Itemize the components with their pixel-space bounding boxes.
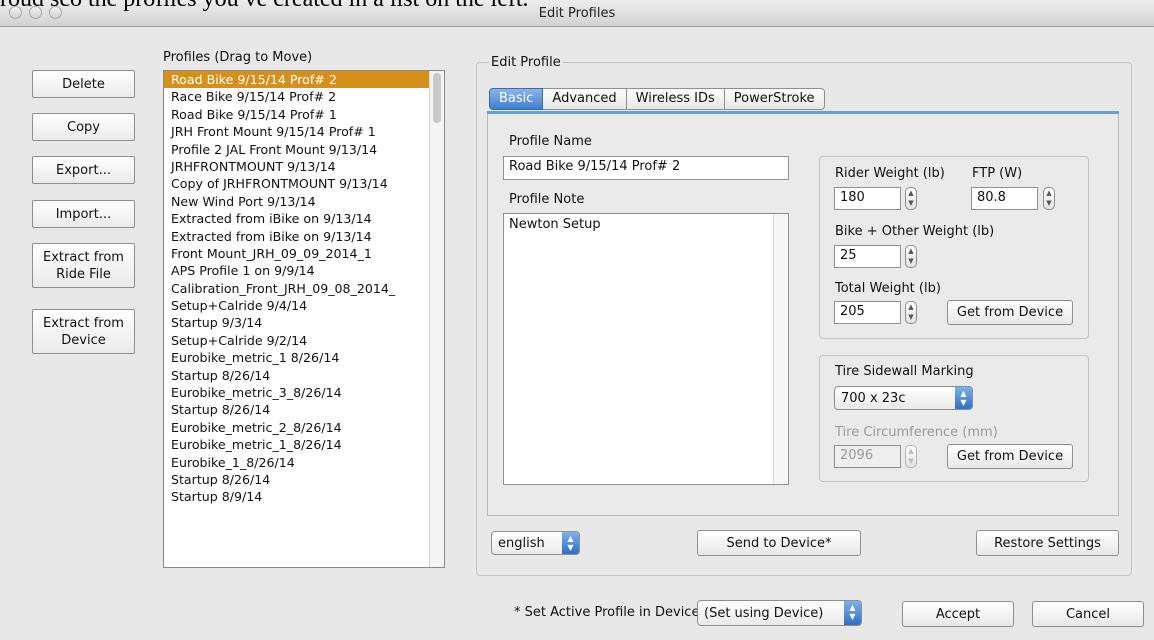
- delete-button[interactable]: Delete: [32, 70, 135, 98]
- profile-list-item[interactable]: Extracted from iBike on 9/13/14: [164, 210, 444, 227]
- get-weight-from-device-button[interactable]: Get from Device: [947, 300, 1073, 325]
- tire-circumference-field[interactable]: 2096: [834, 445, 901, 468]
- total-weight-label: Total Weight (lb): [835, 281, 941, 296]
- profile-name-label: Profile Name: [509, 134, 592, 149]
- profiles-list[interactable]: Road Bike 9/15/14 Prof# 2 Race Bike 9/15/…: [163, 70, 445, 568]
- active-profile-label: * Set Active Profile in Device: [514, 605, 700, 620]
- total-weight-field[interactable]: 205: [834, 301, 901, 324]
- select-arrow-icon: ▲ ▼: [844, 601, 861, 625]
- edit-profile-title: Edit Profile: [489, 55, 563, 70]
- select-arrow-icon: ▲ ▼: [562, 532, 579, 554]
- profile-list-item[interactable]: New Wind Port 9/13/14: [164, 193, 444, 210]
- bike-weight-stepper[interactable]: ▲ ▼: [905, 245, 917, 268]
- profiles-scrollbar[interactable]: [429, 71, 444, 567]
- profile-list-item[interactable]: Profile 2 JAL Front Mount 9/13/14: [164, 141, 444, 158]
- profile-list-item[interactable]: Copy of JRHFRONTMOUNT 9/13/14: [164, 175, 444, 192]
- bike-weight-label: Bike + Other Weight (lb): [835, 224, 995, 239]
- profile-list-item[interactable]: Calibration_Front_JRH_09_08_2014_: [164, 280, 444, 297]
- profile-list-item[interactable]: Eurobike_metric_2_8/26/14: [164, 419, 444, 436]
- bike-weight-field[interactable]: 25: [834, 245, 901, 268]
- tire-sidewall-value: 700 x 23c: [841, 390, 906, 406]
- export-button[interactable]: Export...: [32, 156, 135, 184]
- extract-ride-label-line1: Extract from: [43, 249, 124, 265]
- profile-list-item[interactable]: Setup+Calride 9/2/14: [164, 332, 444, 349]
- extract-device-label-line2: Device: [61, 332, 106, 348]
- profile-list-item[interactable]: Startup 8/9/14: [164, 488, 444, 505]
- tire-circumference-label: Tire Circumference (mm): [835, 425, 998, 440]
- accept-button[interactable]: Accept: [902, 601, 1014, 627]
- profile-list-item[interactable]: Setup+Calride 9/4/14: [164, 297, 444, 314]
- profile-list-item[interactable]: Road Bike 9/15/14 Prof# 2: [164, 71, 444, 89]
- tab-advanced[interactable]: Advanced: [543, 88, 627, 110]
- edit-profiles-window: Edit Profiles Delete Copy Export... Impo…: [0, 0, 1154, 640]
- language-value: english: [498, 535, 545, 551]
- profile-list-item[interactable]: Road Bike 9/15/14 Prof# 1: [164, 106, 444, 123]
- tab-panel-accent: [487, 111, 1119, 114]
- profile-note-text: Newton Setup: [509, 217, 601, 232]
- select-arrow-icon: ▲ ▼: [955, 387, 972, 409]
- active-profile-select[interactable]: (Set using Device) ▲ ▼: [697, 600, 862, 626]
- profile-list-item[interactable]: Eurobike_metric_1 8/26/14: [164, 349, 444, 366]
- get-circumference-from-device-button[interactable]: Get from Device: [947, 444, 1073, 469]
- document-text-fragment: roud sco the profiles you ve created in …: [0, 0, 529, 13]
- tab-basic[interactable]: Basic: [489, 88, 544, 110]
- profile-list-item[interactable]: Startup 8/26/14: [164, 367, 444, 384]
- language-select[interactable]: english ▲ ▼: [491, 531, 580, 555]
- profile-list-item[interactable]: JRHFRONTMOUNT 9/13/14: [164, 158, 444, 175]
- copy-button[interactable]: Copy: [32, 113, 135, 141]
- profile-note-scrollbar[interactable]: [773, 214, 788, 484]
- ftp-field[interactable]: 80.8: [971, 187, 1038, 210]
- extract-from-ride-file-button[interactable]: Extract from Ride File: [32, 243, 135, 288]
- profile-note-field[interactable]: Newton Setup: [503, 213, 789, 485]
- cancel-button[interactable]: Cancel: [1032, 601, 1144, 627]
- profile-note-label: Profile Note: [509, 192, 585, 207]
- profile-list-item[interactable]: Startup 8/26/14: [164, 471, 444, 488]
- profiles-scroll-thumb[interactable]: [433, 73, 441, 123]
- tab-bar: Basic Advanced Wireless IDs PowerStroke: [489, 88, 825, 110]
- active-profile-value: (Set using Device): [704, 605, 824, 621]
- profile-list-item[interactable]: Eurobike_metric_3_8/26/14: [164, 384, 444, 401]
- rider-weight-stepper[interactable]: ▲ ▼: [905, 187, 917, 210]
- tab-wireless-ids[interactable]: Wireless IDs: [626, 88, 725, 110]
- profile-list-item[interactable]: APS Profile 1 on 9/9/14: [164, 262, 444, 279]
- rider-weight-field[interactable]: 180: [834, 187, 901, 210]
- rider-weight-label: Rider Weight (lb): [835, 166, 945, 181]
- tire-sidewall-label: Tire Sidewall Marking: [835, 364, 974, 379]
- tab-powerstroke[interactable]: PowerStroke: [724, 88, 825, 110]
- profiles-list-header: Profiles (Drag to Move): [163, 50, 313, 65]
- profile-name-field[interactable]: Road Bike 9/15/14 Prof# 2: [503, 156, 789, 180]
- profile-list-item[interactable]: Eurobike_1_8/26/14: [164, 454, 444, 471]
- ftp-stepper[interactable]: ▲ ▼: [1043, 187, 1055, 210]
- profile-list-item[interactable]: Race Bike 9/15/14 Prof# 2: [164, 88, 444, 105]
- profile-list-item[interactable]: JRH Front Mount 9/15/14 Prof# 1: [164, 123, 444, 140]
- import-button[interactable]: Import...: [32, 200, 135, 228]
- profile-list-item[interactable]: Startup 8/26/14: [164, 401, 444, 418]
- profile-list-item[interactable]: Startup 9/3/14: [164, 314, 444, 331]
- profile-list-item[interactable]: Eurobike_metric_1_8/26/14: [164, 436, 444, 453]
- restore-settings-button[interactable]: Restore Settings: [976, 530, 1119, 556]
- profile-list-item[interactable]: Extracted from iBike on 9/13/14: [164, 228, 444, 245]
- tire-sidewall-select[interactable]: 700 x 23c ▲ ▼: [834, 386, 973, 410]
- ftp-label: FTP (W): [972, 166, 1023, 181]
- profile-list-item[interactable]: Front Mount_JRH_09_09_2014_1: [164, 245, 444, 262]
- extract-ride-label-line2: Ride File: [56, 266, 111, 282]
- profile-items: Road Bike 9/15/14 Prof# 2 Race Bike 9/15/…: [164, 71, 444, 506]
- extract-device-label-line1: Extract from: [43, 315, 124, 331]
- extract-from-device-button[interactable]: Extract from Device: [32, 309, 135, 354]
- send-to-device-button[interactable]: Send to Device*: [697, 530, 861, 556]
- tire-circumference-stepper[interactable]: ▲ ▼: [905, 445, 917, 468]
- total-weight-stepper[interactable]: ▲ ▼: [905, 301, 917, 324]
